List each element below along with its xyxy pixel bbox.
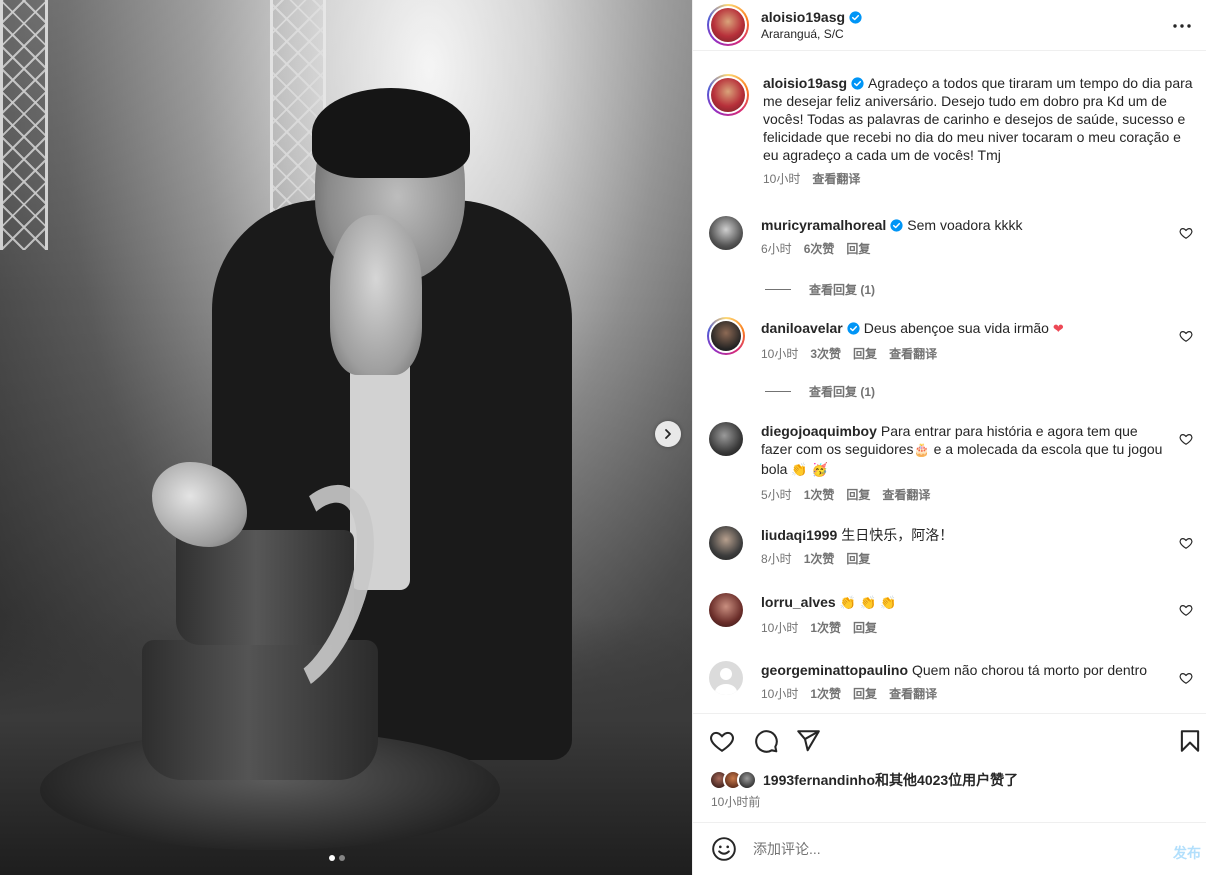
comment-item: lorru_alves 👏 👏 👏 10小时 1次赞 回复 (709, 593, 1199, 637)
comment-reply-button[interactable]: 回复 (853, 345, 877, 363)
comment-like-heart-icon[interactable] (1179, 536, 1193, 550)
post-caption: aloisio19asg Agradeço a todos que tiraram… (707, 74, 1197, 188)
comment-time[interactable]: 10小时 (761, 619, 798, 637)
comment-text: Deus abençoe sua vida irmão (863, 320, 1049, 336)
comments-list[interactable]: aloisio19asg Agradeço a todos que tiraram… (693, 52, 1206, 712)
commenter-avatar[interactable] (707, 317, 745, 355)
comment-like-heart-icon[interactable] (1179, 432, 1193, 446)
comment-reply-button[interactable]: 回复 (853, 685, 877, 703)
author-username[interactable]: aloisio19asg (761, 9, 845, 25)
post-location[interactable]: Araranguá, S/C (761, 27, 862, 41)
comment-time[interactable]: 8小时 (761, 550, 792, 568)
commenter-avatar[interactable] (709, 593, 743, 627)
red-heart-emoji: ❤ (1052, 322, 1064, 337)
verified-badge-icon (890, 219, 903, 232)
author-avatar[interactable] (707, 4, 749, 46)
carousel-dot-1 (329, 855, 335, 861)
comment-username[interactable]: muricyramalhoreal (761, 217, 886, 233)
comment-time[interactable]: 5小时 (761, 486, 792, 504)
comment-translate-link[interactable]: 查看翻译 (882, 486, 930, 504)
commenter-avatar[interactable] (709, 216, 743, 250)
post-timestamp[interactable]: 10小时前 (711, 793, 760, 810)
view-replies-button[interactable]: 查看回复 (1) (765, 383, 875, 400)
comment-likes[interactable]: 3次赞 (810, 345, 841, 363)
post-comment-button[interactable]: 发布 (1173, 843, 1201, 863)
comment-translate-link[interactable]: 查看翻译 (889, 345, 937, 363)
comment-item: daniloavelar Deus abençoe sua vida irmão … (707, 317, 1199, 363)
carousel-indicator (329, 855, 345, 861)
comment-username[interactable]: diegojoaquimboy (761, 423, 877, 439)
action-bar (693, 713, 1206, 765)
comment-text: Sem voadora kkkk (907, 217, 1023, 233)
comment-input[interactable] (753, 841, 1133, 857)
comment-time[interactable]: 10小时 (761, 685, 798, 703)
comment-like-heart-icon[interactable] (1179, 603, 1193, 617)
heart-icon[interactable] (709, 728, 735, 754)
clap-party-emoji: 👏 🥳 (791, 463, 828, 478)
bookmark-icon[interactable] (1177, 728, 1203, 754)
comment-item: georgeminattopaulino Quem não chorou tá m… (709, 661, 1199, 703)
send-icon[interactable] (795, 728, 821, 754)
liker-avatar (737, 770, 757, 790)
comment-reply-button[interactable]: 回复 (853, 619, 877, 637)
comment-username[interactable]: daniloavelar (761, 320, 843, 336)
comment-text: Quem não chorou tá morto por dentro (912, 662, 1148, 678)
man-hair (312, 88, 470, 178)
verified-badge-icon (851, 77, 864, 90)
comment-item: muricyramalhoreal Sem voadora kkkk 6小时 6次… (709, 216, 1199, 258)
praying-hands (330, 215, 422, 375)
chevron-right-icon (665, 429, 671, 439)
comment-text: 生日快乐，阿洛！ (841, 527, 954, 543)
emoji-icon[interactable] (711, 836, 737, 862)
verified-badge-icon (849, 10, 862, 24)
likes-text[interactable]: 1993fernandinho和其他4023位用户赞了 (763, 770, 1018, 790)
comment-icon[interactable] (753, 728, 779, 754)
commenter-avatar-default[interactable] (709, 661, 743, 695)
verified-badge-icon (847, 322, 860, 335)
replies-divider (765, 391, 791, 392)
comment-likes[interactable]: 1次赞 (810, 685, 841, 703)
comment-likes[interactable]: 1次赞 (804, 550, 835, 568)
carousel-next-button[interactable] (655, 421, 681, 447)
comment-time[interactable]: 10小时 (761, 345, 798, 363)
comment-item: diegojoaquimboy Para entrar para história… (709, 422, 1199, 504)
likes-summary[interactable]: 1993fernandinho和其他4023位用户赞了 (709, 770, 1018, 790)
view-replies-label: 查看回复 (1) (809, 283, 876, 297)
more-options-button[interactable] (1172, 16, 1192, 36)
commenter-avatar[interactable] (709, 526, 743, 560)
comment-reply-button[interactable]: 回复 (846, 240, 870, 258)
more-horizontal-icon (1173, 24, 1191, 28)
default-avatar-icon (715, 668, 737, 695)
comment-username[interactable]: liudaqi1999 (761, 527, 837, 543)
comment-item: liudaqi1999 生日快乐，阿洛！ 8小时 1次赞 回复 (709, 526, 1199, 568)
comment-likes[interactable]: 1次赞 (810, 619, 841, 637)
comment-username[interactable]: georgeminattopaulino (761, 662, 908, 678)
commenter-avatar[interactable] (709, 422, 743, 456)
clap-emoji: 👏 👏 👏 (839, 596, 897, 611)
comment-time[interactable]: 6小时 (761, 240, 792, 258)
comment-composer: 发布 (693, 822, 1206, 875)
post-header: aloisio19asg Araranguá, S/C (693, 0, 1206, 51)
caption-time[interactable]: 10小时 (763, 170, 800, 188)
caption-translate-link[interactable]: 查看翻译 (812, 170, 860, 188)
comment-reply-button[interactable]: 回复 (846, 550, 870, 568)
cake-emoji: 🎂 (913, 443, 930, 458)
comment-like-heart-icon[interactable] (1179, 671, 1193, 685)
replies-divider (765, 289, 791, 290)
comment-like-heart-icon[interactable] (1179, 226, 1193, 240)
post-photo[interactable] (0, 0, 692, 875)
comment-like-heart-icon[interactable] (1179, 329, 1193, 343)
caption-username[interactable]: aloisio19asg (763, 75, 847, 91)
carousel-dot-2 (339, 855, 345, 861)
comment-reply-button[interactable]: 回复 (846, 486, 870, 504)
comment-username[interactable]: lorru_alves (761, 594, 836, 610)
view-replies-label: 查看回复 (1) (809, 385, 876, 399)
caption-author-avatar[interactable] (707, 74, 749, 116)
comment-likes[interactable]: 1次赞 (804, 486, 835, 504)
comment-likes[interactable]: 6次赞 (804, 240, 835, 258)
post-sidebar: aloisio19asg Araranguá, S/C aloisio19asg… (692, 0, 1206, 875)
comment-translate-link[interactable]: 查看翻译 (889, 685, 937, 703)
view-replies-button[interactable]: 查看回复 (1) (765, 281, 875, 298)
